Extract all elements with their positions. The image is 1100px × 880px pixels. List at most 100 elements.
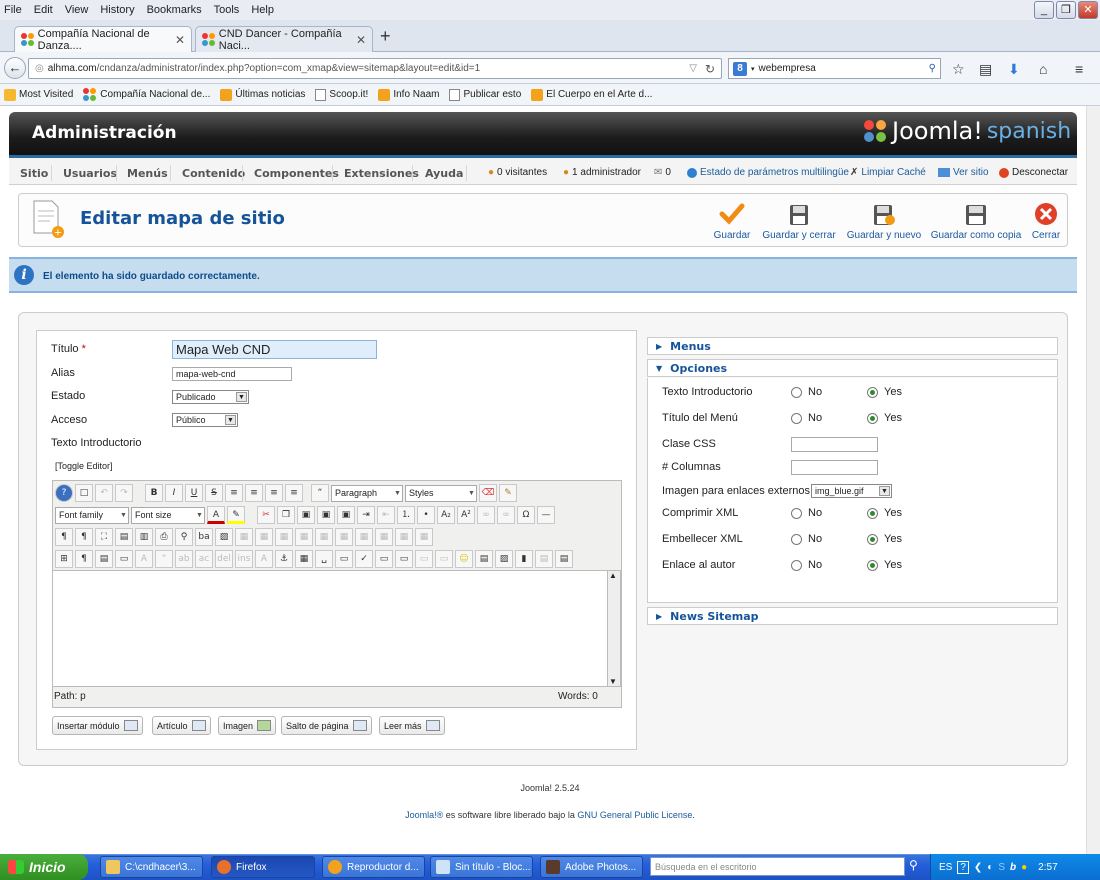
insert-col-icon[interactable]: ▦ [355,528,373,546]
language-indicator[interactable]: ES [939,862,952,873]
textarea-icon[interactable]: ▭ [415,550,433,568]
copy-icon[interactable]: ❐ [277,506,295,524]
select-icon[interactable]: ▭ [395,550,413,568]
b-icon[interactable]: b [1010,862,1016,873]
cut-icon[interactable]: ✂ [257,506,275,524]
editor-scrollbar[interactable]: ▲ ▼ [607,570,621,687]
url-bar[interactable]: ◎ alhma.com /cndanza/administrator/index… [28,58,722,79]
emoticon-icon[interactable]: ☺ [455,550,473,568]
input-icon[interactable]: ▭ [375,550,393,568]
menu-view[interactable]: View [65,4,89,16]
italic-icon[interactable]: I [165,484,183,502]
outdent-icon[interactable]: ⇤ [377,506,395,524]
read-more-button[interactable]: Leer más [379,716,445,735]
radio-no[interactable]: No [791,559,822,571]
del-icon[interactable]: del [215,550,233,568]
underline-icon[interactable]: U [185,484,203,502]
hamburger-menu-icon[interactable]: ≡ [1075,61,1083,77]
subscript-icon[interactable]: A₂ [437,506,455,524]
editor-content[interactable] [52,570,609,687]
maximize-icon[interactable]: ❐ [1056,1,1076,19]
align-center-icon[interactable]: ≡ [245,484,263,502]
tab-cnd-admin[interactable]: Compañía Nacional de Danza.... ✕ [14,26,192,52]
panel-options-header[interactable]: ▼ Opciones [647,359,1058,377]
ins-icon[interactable]: ins [235,550,253,568]
visual-aid-icon[interactable]: ⊞ [55,550,73,568]
style-icon[interactable]: A [135,550,153,568]
menu-history[interactable]: History [100,4,134,16]
radio-yes[interactable]: Yes [867,559,902,571]
search-icon[interactable]: ⚲ [929,63,936,74]
table-icon[interactable]: ▦ [255,528,273,546]
task-media-player[interactable]: Reproductor d... [322,856,425,878]
access-select[interactable]: Público ▼ [172,413,238,427]
google-icon[interactable]: 8 [733,61,747,76]
acronym-icon[interactable]: ac [195,550,213,568]
fullscreen-icon[interactable]: ⛶ [95,528,113,546]
bookmarks-list-icon[interactable]: ▤ [979,61,992,78]
show-blocks-icon[interactable]: ¶ [75,550,93,568]
image-icon[interactable]: ▨ [215,528,233,546]
task-firefox[interactable]: Firefox [211,856,315,878]
menu-usuarios[interactable]: Usuarios [63,167,117,180]
menu-help[interactable]: Help [251,4,274,16]
columns-input[interactable] [791,460,878,475]
help-icon[interactable]: ? [957,860,969,874]
paste-icon[interactable]: ▣ [297,506,315,524]
network-icon[interactable]: ◐ [987,862,993,873]
bullet-list-icon[interactable]: • [417,506,435,524]
save-new-button[interactable]: Guardar y nuevo [845,202,923,241]
replace-icon[interactable]: ba [195,528,213,546]
menu-tools[interactable]: Tools [214,4,240,16]
spellcheck-icon[interactable]: ✓ [355,550,373,568]
menu-ayuda[interactable]: Ayuda [425,167,463,180]
clear-cache-link[interactable]: ✗ Limpiar Caché [850,167,926,178]
start-button[interactable]: Inicio [0,854,88,880]
desktop-search-input[interactable]: Búsqueda en el escritorio [650,857,905,876]
align-left-icon[interactable]: ≡ [265,484,283,502]
unlink-icon[interactable]: ∞ [497,506,515,524]
radio-yes[interactable]: Yes [867,412,902,424]
strikethrough-icon[interactable]: S [205,484,223,502]
find-icon[interactable]: ⚲ [175,528,193,546]
preview-icon[interactable]: ▤ [115,528,133,546]
desktop-search-icon[interactable]: ⚲ [909,858,918,872]
anchor-icon[interactable]: ⚓ [275,550,293,568]
task-photoshop[interactable]: Adobe Photos... [540,856,643,878]
radio-yes[interactable]: Yes [867,533,902,545]
template-icon[interactable]: ▤ [95,550,113,568]
tray-arrow-icon[interactable]: ❮ [974,862,982,873]
abbr-icon[interactable]: ab [175,550,193,568]
alias-input[interactable]: mapa-web-cnd [172,367,292,381]
link-icon[interactable]: ∞ [477,506,495,524]
styles-select[interactable]: Styles ▼ [405,484,477,502]
bookmark-scoopit[interactable]: Scoop.it! [315,88,368,101]
menu-extensiones[interactable]: Extensiones [344,167,419,180]
tab-close-icon[interactable]: ✕ [356,33,366,47]
messages-status[interactable]: ✉ 0 [654,167,671,178]
nbsp-icon[interactable]: ␣ [315,550,333,568]
insert-module-button[interactable]: Insertar módulo [52,716,143,735]
image-button[interactable]: Imagen [218,716,277,735]
radio-yes[interactable]: Yes [867,507,902,519]
bookmark-info-naam[interactable]: Info Naam [378,88,439,101]
text-color-icon[interactable]: A [207,506,225,524]
special-char-icon[interactable]: Ω [517,506,535,524]
numbered-list-icon[interactable]: ⒈ [397,506,415,524]
star-icon[interactable]: ☆ [952,61,965,78]
article-button[interactable]: Artículo [152,716,211,735]
bookmark-cnd[interactable]: Compañía Nacional de... [83,87,210,102]
paste-word-icon[interactable]: ▣ [337,506,355,524]
bookmark-most-visited[interactable]: Most Visited [4,88,73,101]
radio-no[interactable]: No [791,507,822,519]
reload-icon[interactable]: ↻ [705,62,715,76]
skype-icon[interactable]: S [998,862,1005,873]
horizontal-rule-icon[interactable]: — [537,506,555,524]
scroll-up-icon[interactable]: ▲ [609,571,617,580]
title-input[interactable]: Mapa Web CND [172,340,377,359]
save-close-button[interactable]: Guardar y cerrar [760,202,838,241]
menu-sitio[interactable]: Sitio [20,167,48,180]
ltr-icon[interactable]: ¶ [55,528,73,546]
template-2-icon[interactable]: ▤ [535,550,553,568]
joomla-link[interactable]: Joomla!® [405,810,443,820]
